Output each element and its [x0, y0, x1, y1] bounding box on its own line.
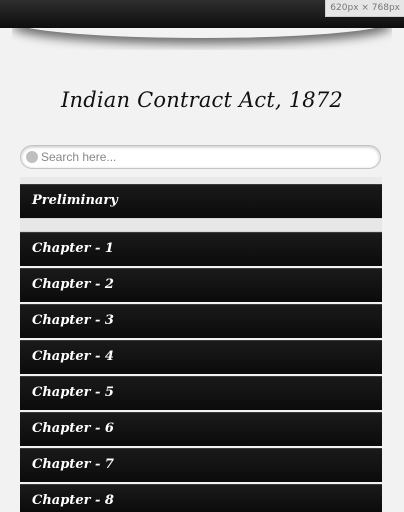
list-item-label: Chapter - 2 [32, 277, 114, 292]
list-item-preliminary[interactable]: Preliminary [20, 184, 382, 218]
list-item-chapter-1[interactable]: Chapter - 1 [20, 232, 382, 266]
search-bar[interactable] [20, 145, 381, 169]
list-item-label: Chapter - 6 [32, 421, 114, 436]
list-top-divider [20, 177, 382, 184]
list-item-label: Chapter - 5 [32, 385, 114, 400]
list-item-chapter-8[interactable]: Chapter - 8 [20, 484, 382, 512]
list-item-chapter-2[interactable]: Chapter - 2 [20, 268, 382, 302]
page-title: Indian Contract Act, 1872 [61, 88, 343, 112]
list-item-chapter-3[interactable]: Chapter - 3 [20, 304, 382, 338]
search-icon [26, 151, 38, 163]
list-item-label: Chapter - 7 [32, 457, 114, 472]
list-item-chapter-6[interactable]: Chapter - 6 [20, 412, 382, 446]
search-input[interactable] [41, 148, 371, 166]
list-item-label: Chapter - 8 [32, 493, 114, 508]
list-item-chapter-4[interactable]: Chapter - 4 [20, 340, 382, 374]
viewport-size-badge: 620px × 768px [325, 0, 404, 17]
list-item-label: Preliminary [32, 193, 118, 208]
list-item-chapter-7[interactable]: Chapter - 7 [20, 448, 382, 482]
list-divider [20, 218, 382, 232]
list-item-label: Chapter - 4 [32, 349, 114, 364]
list-item-label: Chapter - 1 [32, 241, 114, 256]
list-item-label: Chapter - 3 [32, 313, 114, 328]
header-shadow-decoration [12, 28, 392, 50]
list-item-chapter-5[interactable]: Chapter - 5 [20, 376, 382, 410]
